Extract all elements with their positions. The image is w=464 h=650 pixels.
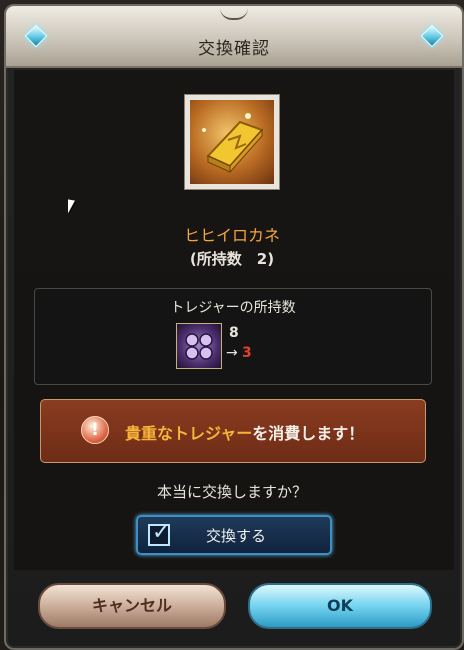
item-thumbnail (184, 94, 280, 190)
warning-text: 貴重なトレジャーを消費します！ (125, 420, 364, 444)
treasure-count-label: トレジャーの所持数 (170, 300, 296, 316)
warning-icon: ! (81, 416, 109, 444)
confirm-exchange-checkbox[interactable]: ✓ 交換する (136, 515, 332, 555)
cancel-button-label: キャンセル (91, 596, 172, 615)
warning-highlight: 貴重なトレジャー (125, 424, 253, 443)
treasure-count-before: 8 (229, 325, 239, 341)
treasure-icon (176, 323, 222, 369)
checkbox-label: 交換する (206, 527, 267, 545)
gold-ingot-icon (190, 100, 274, 184)
treasure-count-panel: トレジャーの所持数 8 → 3 (34, 288, 432, 385)
checkbox-box[interactable]: ✓ (148, 520, 170, 546)
mouse-cursor (68, 199, 75, 215)
titlebar-ornament (220, 8, 248, 20)
ok-button[interactable]: OK (248, 583, 432, 629)
confirm-question: 本当に交換しますか？ (156, 483, 307, 501)
item-owned-count: (所持数 2) (189, 250, 275, 268)
checkmark-icon: ✓ (152, 520, 171, 545)
ok-button-label: OK (327, 596, 353, 615)
dialog-title: 交換確認 (198, 39, 270, 59)
warning-rest: を消費します！ (252, 424, 365, 443)
item-name: ヒヒイロカネ (183, 226, 280, 245)
treasure-count-after: 3 (242, 345, 252, 361)
dialog-titlebar: 交換確認 (6, 6, 462, 68)
arrow-icon: → (226, 345, 238, 361)
warning-banner: ! 貴重なトレジャーを消費します！ (40, 399, 426, 463)
cancel-button[interactable]: キャンセル (38, 583, 226, 629)
